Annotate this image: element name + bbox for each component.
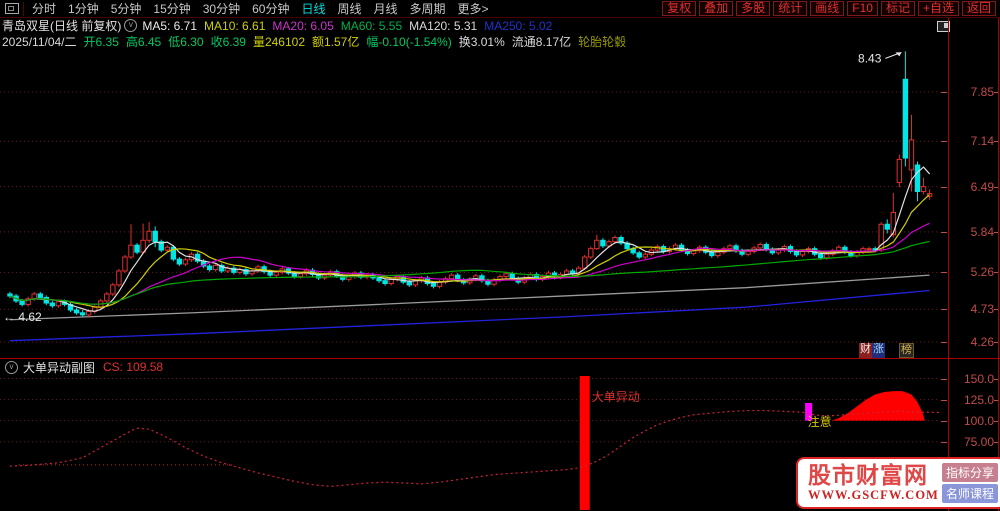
axis-tick-label: 5.84 <box>970 225 994 239</box>
watermark-badges: 指标分享 名师课程 <box>941 461 998 505</box>
axis-tick-label: 150.0 <box>963 372 994 386</box>
badge-zhang[interactable]: 涨 <box>872 343 885 358</box>
axis-tick-label: 100.0 <box>963 414 994 428</box>
action-button-返回[interactable]: 返回 <box>961 1 996 16</box>
watermark-text: 股市财富网 WWW.GSCFW.COM <box>808 462 942 503</box>
low-price-marker: ← 4.62 <box>3 310 42 324</box>
badge-cai[interactable]: 财 <box>859 343 872 358</box>
axis-border <box>948 18 949 511</box>
axis-tick-label: 4.26 <box>970 335 994 349</box>
watermark-card: 股市财富网 WWW.GSCFW.COM 指标分享 名师课程 <box>796 457 1000 509</box>
axis-tick-label: 7.85 <box>970 85 994 99</box>
axis-tick-label: 4.73 <box>970 302 994 316</box>
attention-label: 注意 <box>807 415 832 429</box>
main-candlestick-chart[interactable]: 8.43 <box>0 0 948 358</box>
badge-bang[interactable]: 榜 <box>899 343 914 358</box>
axis-tick-label: 5.26 <box>970 265 994 279</box>
watermark-badge-course: 名师课程 <box>941 484 998 503</box>
axis-tick-label: 6.49 <box>970 180 994 194</box>
signal-label: 大单异动 <box>591 390 640 404</box>
axis-tick-label: 7.14 <box>970 134 994 148</box>
corner-badges: 财 涨 榜 <box>859 343 914 358</box>
watermark-url: WWW.GSCFW.COM <box>808 487 939 502</box>
watermark-badge-share: 指标分享 <box>941 463 998 482</box>
watermark-site-name: 股市财富网 <box>808 462 928 488</box>
axis-tick-label: 75.00 <box>963 435 994 449</box>
svg-text:8.43: 8.43 <box>858 51 882 65</box>
window-right-border <box>998 18 999 511</box>
axis-tick-label: 125.0 <box>963 393 994 407</box>
